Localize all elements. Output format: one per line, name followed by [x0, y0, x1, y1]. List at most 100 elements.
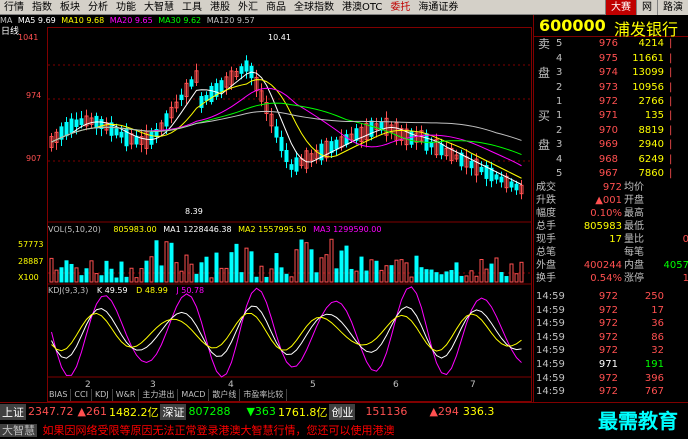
sell-volume: 11661 [632, 52, 664, 64]
indicator-tab-1[interactable]: CCI [71, 389, 92, 401]
volume-bar [279, 267, 284, 283]
sell-order-row[interactable]: 卖 5 976 4214 | [534, 37, 688, 51]
candle-body [514, 183, 519, 191]
buy-order-row[interactable]: 5 967 7860 | [534, 167, 688, 181]
volume-bar [59, 267, 64, 283]
volume-bar [164, 241, 169, 283]
tick-row: 14:59 972 250 [534, 290, 688, 303]
volume-bar [184, 254, 189, 283]
volume-axis-mid: 28887 [18, 257, 44, 266]
tick-row: 14:59 972 17 [534, 304, 688, 317]
tick-price: 972 [598, 386, 618, 398]
volume-bar [79, 275, 84, 283]
volume-bar [489, 263, 494, 283]
volume-bar [484, 268, 489, 283]
tick-row: 14:59 972 32 [534, 344, 688, 357]
stat-label-2: 均价 [624, 182, 644, 193]
ma5-value: MA5 9.69 [17, 16, 56, 25]
watermark-logo: 最需教育 [598, 409, 678, 433]
menu-item-8[interactable]: 外汇 [234, 0, 262, 14]
menu-item-11[interactable]: 港澳OTC [338, 0, 386, 14]
indicator-tab-6[interactable]: 散户线 [209, 389, 241, 401]
indicator-tab-0[interactable]: BIAS [46, 389, 72, 401]
menu-item-0[interactable]: 行情 [0, 0, 28, 14]
volume-bar [94, 273, 99, 283]
indicator-tab-2[interactable]: KDJ [92, 389, 113, 401]
tick-price: 972 [598, 291, 618, 302]
menu-item-10[interactable]: 全球指数 [290, 0, 338, 14]
menu-item-4[interactable]: 功能 [112, 0, 140, 14]
volume-bar [329, 238, 334, 283]
quote-header: 600000 浦发银行 [534, 15, 688, 39]
sell-order-row[interactable]: 4 975 11661 | [534, 52, 688, 66]
stat-label: 现手 [536, 234, 556, 245]
buy-order-row[interactable]: 4 968 6249 | [534, 153, 688, 167]
candle-body [179, 94, 184, 101]
indicator-tab-4[interactable]: 主力进出 [139, 389, 179, 401]
ma120-value: MA120 9.57 [206, 16, 255, 25]
chart-canvas[interactable]: 234567 [0, 27, 533, 402]
candle-body [284, 149, 289, 163]
stat-value: 972 [602, 182, 622, 193]
stat-label: 总笔 [536, 247, 556, 258]
sh-label[interactable]: 上证 [0, 403, 26, 420]
volume-bar [464, 275, 469, 283]
sell-change-marker: | [669, 96, 673, 107]
tick-row: 14:59 972 767 [534, 385, 688, 398]
buy-level: 5 [556, 168, 563, 179]
sell-side-label: 盘 [538, 66, 551, 80]
menu-right-0[interactable]: 大赛 [605, 0, 636, 15]
menu-item-12[interactable]: 委托 [386, 0, 414, 14]
menu-item-7[interactable]: 港股 [206, 0, 234, 14]
stat-row: 总手 805983 最低 [534, 220, 688, 233]
candle-body [429, 141, 434, 148]
buy-order-row[interactable]: 盘 3 969 2940 | [534, 138, 688, 152]
menu-right-2[interactable]: 路演 [657, 0, 688, 15]
volume-bar [499, 272, 504, 283]
cy-label[interactable]: 创业 [329, 403, 356, 420]
stat-row: 现手 17 量比 0 [534, 233, 688, 246]
tick-volume: 32 [651, 345, 664, 357]
stat-value-2: 0 [682, 234, 688, 245]
volume-bar [74, 267, 79, 283]
indicator-tab-3[interactable]: W&R [113, 389, 140, 401]
buy-order-row[interactable]: 买 1 971 135 | [534, 109, 688, 123]
sell-order-row[interactable]: 2 973 10956 | [534, 81, 688, 95]
menu-item-13[interactable]: 海通证券 [414, 0, 462, 14]
stat-value-2: 4057 [663, 260, 688, 271]
volume-bar [194, 273, 199, 283]
buy-order-row[interactable]: 2 970 8819 | [534, 124, 688, 138]
volume-bar [159, 265, 164, 283]
volume-bar [49, 257, 54, 283]
volume-bar [324, 254, 329, 283]
status-bar: 上证 2347.72 ▲261 1482.2亿 深证 807288 ▼363 1… [0, 402, 688, 439]
volume-bar [434, 272, 439, 283]
volume-bar [334, 268, 339, 283]
chart-frame [47, 27, 532, 402]
volume-bar [254, 276, 259, 283]
sz-label[interactable]: 深证 [160, 403, 187, 420]
stat-label: 成交 [536, 182, 556, 193]
volume-bar [229, 252, 234, 283]
sell-level: 3 [556, 67, 563, 78]
menu-item-5[interactable]: 大智慧 [140, 0, 178, 14]
menu-item-1[interactable]: 指数 [28, 0, 56, 14]
indicator-tab-7[interactable]: 市盈率比较 [240, 389, 288, 401]
candle-body [164, 113, 169, 127]
menu-right-1[interactable]: 网 [636, 0, 657, 15]
cy-change: ▲294 [429, 405, 459, 418]
sell-order-row[interactable]: 盘 3 974 13099 | [534, 66, 688, 80]
sh-index: 2347.72 [28, 405, 74, 418]
menu-item-9[interactable]: 商品 [262, 0, 290, 14]
volume-bar [354, 270, 359, 283]
menu-item-6[interactable]: 工具 [178, 0, 206, 14]
kline-chart[interactable]: 234567 日线 1041 974 907 10.41 8.39 VOL(5,… [0, 27, 533, 402]
sell-change-marker: | [669, 81, 673, 93]
sh-amount: 1482.2亿 [108, 405, 159, 419]
menu-item-2[interactable]: 板块 [56, 0, 84, 14]
menu-item-3[interactable]: 分析 [84, 0, 112, 14]
volume-bar [449, 270, 454, 283]
indicator-tab-5[interactable]: MACD [178, 389, 210, 401]
sell-order-row[interactable]: 1 972 2766 | [534, 95, 688, 109]
volume-bar [189, 263, 194, 283]
